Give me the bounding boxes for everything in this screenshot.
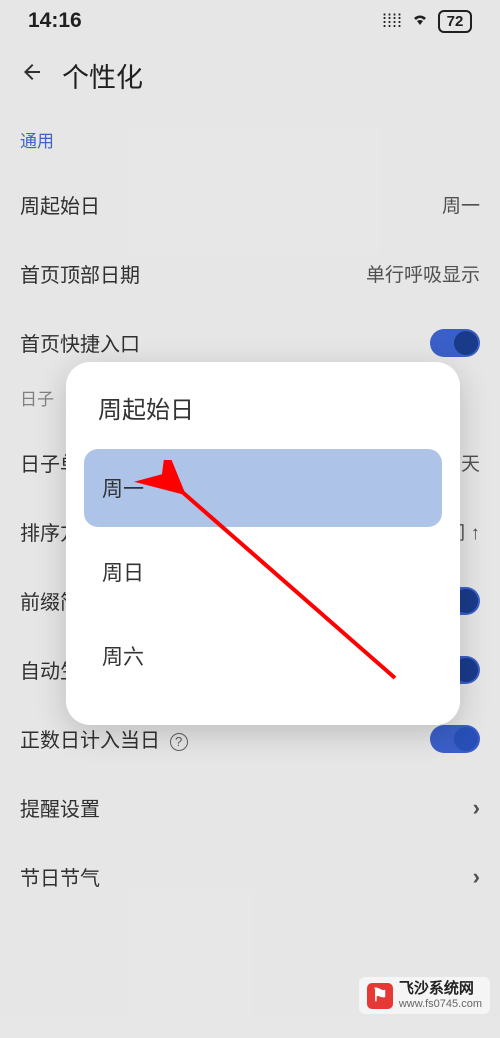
option-saturday[interactable]: 周六 [84, 617, 442, 695]
option-monday[interactable]: 周一 [84, 449, 442, 527]
watermark-name: 飞沙系统网 [399, 981, 482, 998]
watermark: ⚑ 飞沙系统网 www.fs0745.com [359, 977, 490, 1014]
watermark-logo-icon: ⚑ [367, 983, 393, 1009]
toggle-home-shortcut[interactable] [430, 329, 480, 357]
week-start-dialog: 周起始日 周一 周日 周六 [66, 362, 460, 725]
option-sunday[interactable]: 周日 [84, 533, 442, 611]
toggle-positive-day[interactable] [430, 725, 480, 753]
watermark-url: www.fs0745.com [399, 998, 482, 1010]
dialog-title: 周起始日 [84, 390, 442, 449]
